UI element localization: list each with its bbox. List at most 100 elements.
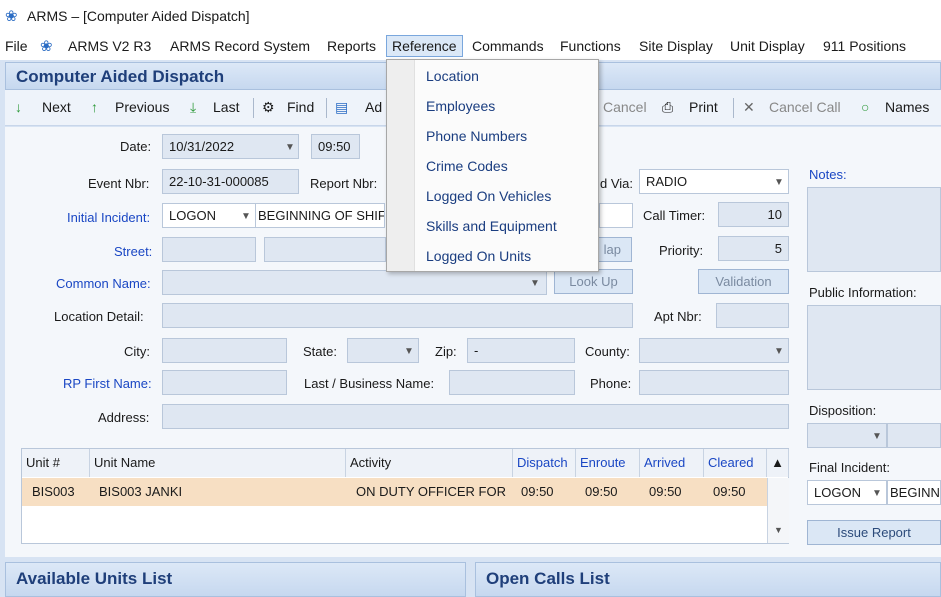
menu-911-positions[interactable]: 911 Positions (823, 38, 906, 54)
menu-item-location[interactable]: Location (426, 68, 479, 84)
table-cell: BIS003 (22, 478, 90, 506)
close-icon: ✕ (743, 99, 755, 115)
column-header[interactable]: Activity (346, 449, 513, 477)
last-button[interactable]: Last (213, 99, 239, 115)
final-incident-label: Final Incident: (809, 460, 890, 475)
final-incident-desc[interactable]: BEGINNI (887, 480, 941, 505)
location-detail-field[interactable] (162, 303, 633, 328)
menu-arms-record-system[interactable]: ARMS Record System (170, 38, 310, 54)
print-button[interactable]: Print (689, 99, 718, 115)
chevron-down-icon: ▼ (872, 488, 882, 499)
priority-label: Priority: (659, 243, 704, 258)
address-field[interactable] (162, 404, 789, 429)
county-label: County: (585, 344, 630, 359)
menu-gutter (387, 60, 415, 271)
final-incident-code[interactable]: LOGON ▼ (807, 480, 887, 505)
vertical-scrollbar[interactable]: ▼ (767, 478, 789, 543)
column-header[interactable]: Arrived (640, 449, 704, 477)
county-select[interactable]: ▼ (639, 338, 789, 363)
issue-report-button[interactable]: Issue Report (807, 520, 941, 545)
street-label[interactable]: Street: (114, 244, 152, 259)
recd-via-select[interactable]: RADIO ▼ (639, 169, 789, 194)
menu-site-display[interactable]: Site Display (639, 38, 713, 54)
menu-reference[interactable]: Reference (386, 35, 463, 57)
menu-commands[interactable]: Commands (472, 38, 544, 54)
toolbar-divider (733, 98, 734, 118)
notes-label[interactable]: Notes: (809, 167, 847, 182)
table-row[interactable]: BIS003 BIS003 JANKI ON DUTY OFFICER FOR … (22, 478, 767, 506)
previous-button[interactable]: Previous (115, 99, 169, 115)
common-name-label[interactable]: Common Name: (56, 276, 151, 291)
table-cell: 09:50 (704, 478, 767, 506)
city-label: City: (124, 344, 150, 359)
next-button[interactable]: Next (42, 99, 71, 115)
address-label: Address: (98, 410, 150, 425)
column-header[interactable]: Unit Name (90, 449, 346, 477)
chevron-down-icon: ▼ (404, 346, 414, 357)
menu-item-logged-on-units[interactable]: Logged On Units (426, 248, 531, 264)
date-label: Date: (120, 139, 152, 154)
menu-item-phone-numbers[interactable]: Phone Numbers (426, 128, 527, 144)
recd-extra-field[interactable] (599, 203, 633, 228)
date-field[interactable]: 10/31/2022 ▼ (162, 134, 299, 159)
menu-item-employees[interactable]: Employees (426, 98, 495, 114)
last-business-field[interactable] (449, 370, 575, 395)
menu-unit-display[interactable]: Unit Display (730, 38, 805, 54)
scroll-up-icon[interactable]: ▲ (767, 449, 789, 477)
notes-field[interactable] (807, 187, 941, 272)
public-info-field[interactable] (807, 305, 941, 390)
open-calls-title: Open Calls List (486, 569, 610, 588)
column-header[interactable]: Unit # (22, 449, 90, 477)
zip-value: - (474, 343, 479, 358)
scroll-down-icon[interactable]: ▼ (774, 525, 783, 535)
zip-field[interactable]: - (467, 338, 575, 363)
state-label: State: (303, 344, 337, 359)
cancel-call-button[interactable]: Cancel Call (769, 99, 841, 115)
rp-first-name-label[interactable]: RP First Name: (63, 376, 152, 391)
toolbar-divider (326, 98, 327, 118)
apt-nbr-field[interactable] (716, 303, 789, 328)
initial-incident-label[interactable]: Initial Incident: (67, 210, 150, 225)
initial-incident-code[interactable]: LOGON ▼ (162, 203, 256, 228)
title-bar: ❀ ARMS – [Computer Aided Dispatch] (0, 0, 941, 32)
menu-file[interactable]: File (5, 38, 28, 54)
menu-item-skills-and-equipment[interactable]: Skills and Equipment (426, 218, 557, 234)
names-button[interactable]: Names (885, 99, 929, 115)
rp-first-name-field[interactable] (162, 370, 287, 395)
time-field[interactable]: 09:50 (311, 134, 360, 159)
column-header[interactable]: Cleared (704, 449, 767, 477)
menu-reports[interactable]: Reports (327, 38, 376, 54)
menu-item-crime-codes[interactable]: Crime Codes (426, 158, 508, 174)
chevron-down-icon: ▼ (241, 211, 251, 222)
column-header[interactable]: Dispatch (513, 449, 576, 477)
available-units-title: Available Units List (16, 569, 173, 588)
cad-title: Computer Aided Dispatch (16, 67, 225, 86)
disposition-label: Disposition: (809, 403, 877, 418)
cancel-button[interactable]: Cancel (603, 99, 647, 115)
find-button[interactable]: Find (287, 99, 314, 115)
look-up-button[interactable]: Look Up (554, 269, 633, 294)
event-nbr-field[interactable]: 22-10-31-000085 (162, 169, 299, 194)
apt-nbr-label: Apt Nbr: (654, 309, 702, 324)
street-number-field[interactable] (162, 237, 256, 262)
column-header[interactable]: Enroute (576, 449, 640, 477)
city-field[interactable] (162, 338, 287, 363)
call-timer-label: Call Timer: (643, 208, 706, 223)
table-cell: 09:50 (576, 478, 640, 506)
common-name-select[interactable]: ▼ (162, 270, 547, 295)
add-button[interactable]: Ad (365, 99, 382, 115)
menu-functions[interactable]: Functions (560, 38, 621, 54)
menu-arms-v2[interactable]: ARMS V2 R3 (68, 38, 151, 54)
phone-field[interactable] (639, 370, 789, 395)
arms-logo-icon: ❀ (5, 8, 18, 25)
printer-icon: ⎙ (662, 99, 674, 115)
disposition-select[interactable]: ▼ (807, 423, 887, 448)
menu-item-logged-on-vehicles[interactable]: Logged On Vehicles (426, 188, 551, 204)
table-cell: BIS003 JANKI (90, 478, 346, 506)
initial-incident-desc[interactable]: BEGINNING OF SHIFT (255, 203, 385, 228)
state-select[interactable]: ▼ (347, 338, 419, 363)
disposition-desc-field[interactable] (887, 423, 941, 448)
arrow-up-icon: ↑ (91, 99, 98, 115)
street-name-field[interactable] (264, 237, 386, 262)
validation-button[interactable]: Validation (698, 269, 789, 294)
